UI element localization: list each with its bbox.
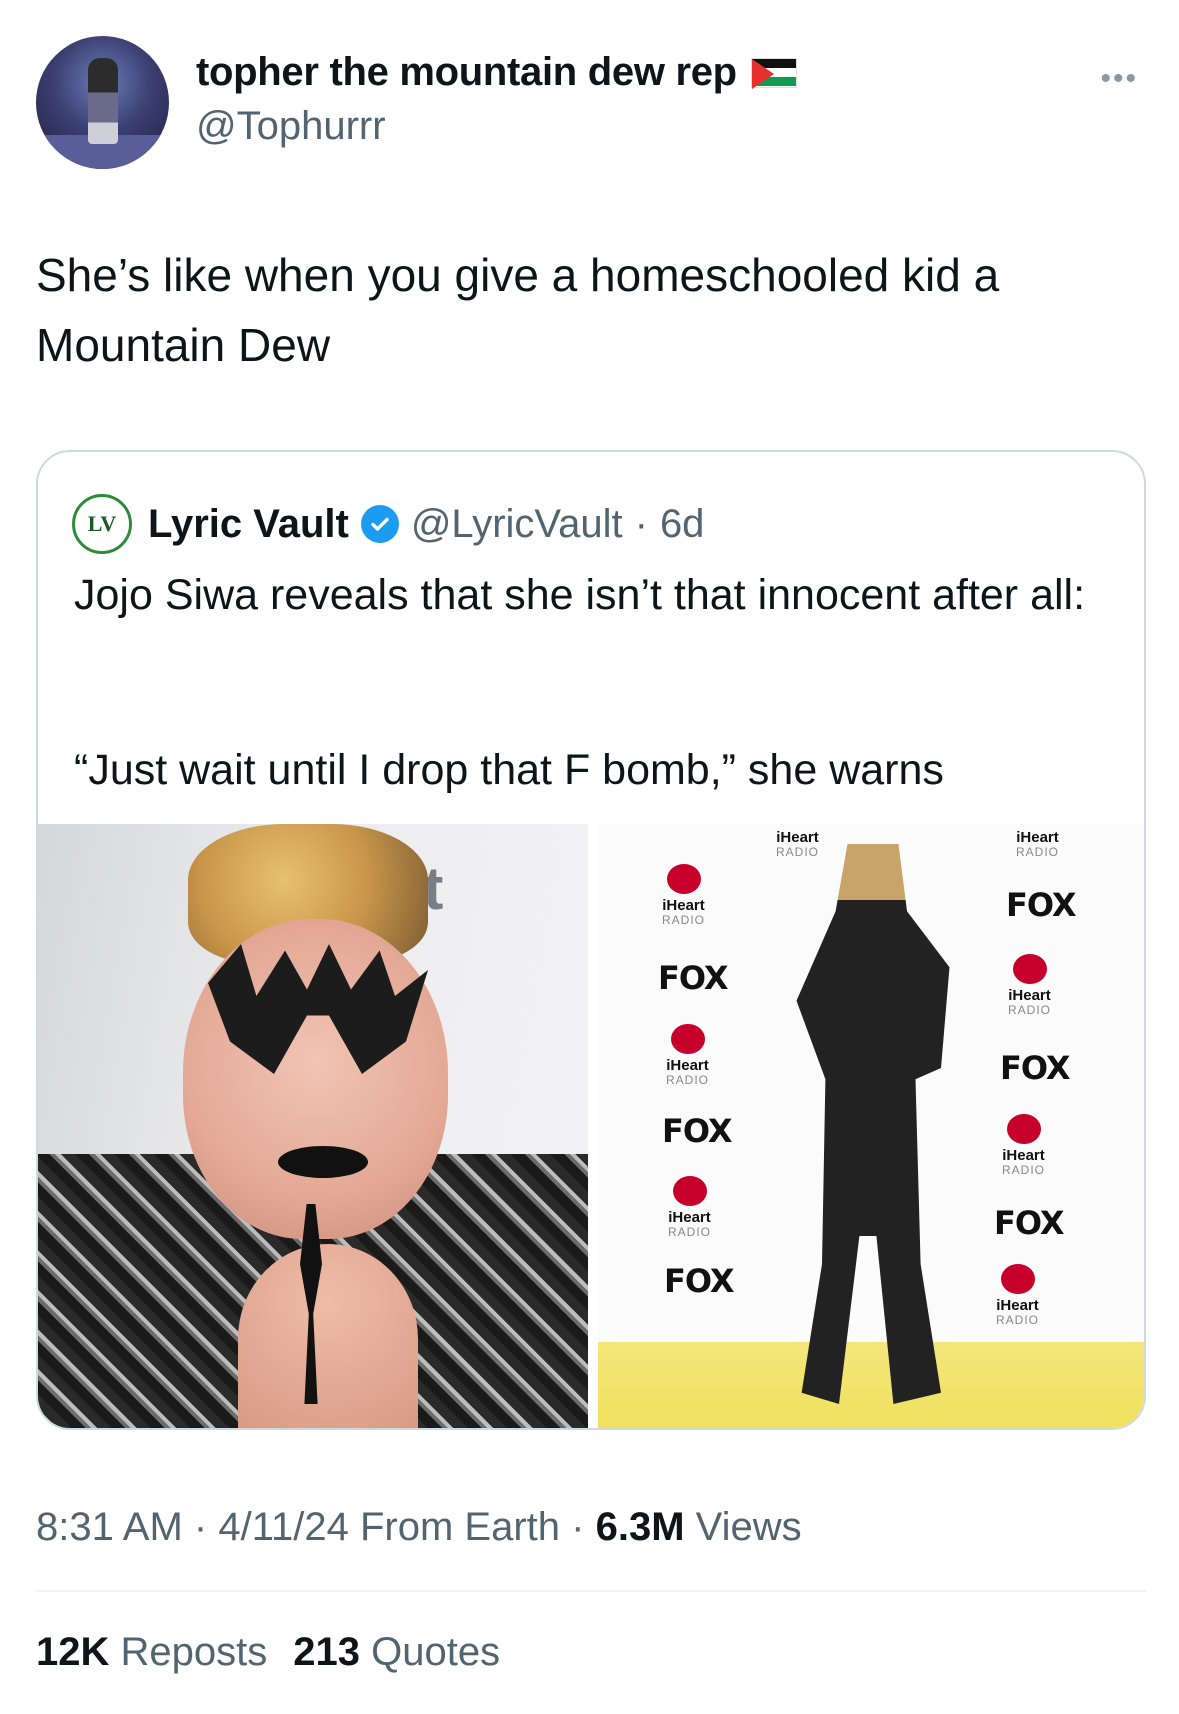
views-count: 6.3M bbox=[595, 1505, 685, 1549]
quoted-tweet-text: Jojo Siwa reveals that she isn’t that in… bbox=[74, 571, 1086, 619]
media-image-closeup[interactable]: rt bbox=[38, 824, 588, 1428]
quoted-tweet-age: 6d bbox=[659, 501, 705, 546]
views-label: Views bbox=[695, 1505, 802, 1549]
quotes-link[interactable]: 213 Quotes bbox=[293, 1630, 500, 1675]
iheart-logo: iHeart RADIO bbox=[1002, 1114, 1045, 1178]
reposts-count: 12K bbox=[36, 1630, 110, 1674]
iheart-logo: iHeart RADIO bbox=[1016, 830, 1059, 860]
iheart-logo-icon bbox=[1006, 1114, 1041, 1144]
quoted-tweet-card[interactable]: LV Lyric Vault @LyricVault · 6d Jojo Siw… bbox=[36, 450, 1146, 1430]
verified-badge-icon bbox=[360, 505, 399, 543]
iheart-logo-icon bbox=[1012, 954, 1047, 984]
meta-separator: · bbox=[571, 1505, 585, 1549]
fox-logo: FOX bbox=[1006, 886, 1077, 924]
iheart-logo-icon bbox=[672, 1176, 707, 1206]
tweet-meta: 8:31 AM · 4/11/24 From Earth · 6.3M View… bbox=[36, 1505, 802, 1550]
tweet-source: From Earth bbox=[359, 1505, 561, 1549]
iheart-logo-icon bbox=[666, 864, 701, 894]
quoted-tweet-media[interactable]: rt iHeartRADIO FOX iHeartRADIO FOX i bbox=[38, 824, 1144, 1428]
full-body-figure bbox=[796, 844, 950, 1404]
iheart-logo-text: iHeart bbox=[1016, 829, 1059, 846]
iheart-logo: iHeart RADIO bbox=[1008, 954, 1051, 1018]
iheart-logo: iHeart RADIO bbox=[996, 1264, 1039, 1328]
tweet-time: 8:31 AM bbox=[36, 1505, 183, 1549]
reposts-label: Reposts bbox=[120, 1630, 268, 1674]
author-handle[interactable]: @Tophurrr bbox=[196, 104, 386, 149]
fox-logo: FOX bbox=[658, 959, 729, 997]
quotes-count: 213 bbox=[293, 1630, 361, 1674]
author-name-row: topher the mountain dew rep bbox=[196, 50, 797, 95]
quoted-tweet-header: LV Lyric Vault @LyricVault · 6d bbox=[72, 494, 704, 554]
iheart-logo-text: iHeart bbox=[776, 829, 819, 846]
radio-logo-text: RADIO bbox=[776, 845, 820, 859]
iheart-logo-text: iHeart bbox=[666, 1057, 709, 1074]
tweet-text: She’s like when you give a homeschooled … bbox=[36, 249, 1000, 371]
iheart-logo: iHeart RADIO bbox=[668, 1176, 711, 1240]
iheart-logo-text: iHeart bbox=[996, 1297, 1039, 1314]
iheart-logo: iHeart RADIO bbox=[662, 864, 705, 928]
author-avatar[interactable] bbox=[36, 36, 169, 169]
fox-logo: FOX bbox=[664, 1262, 735, 1300]
iheart-logo-icon bbox=[1000, 1264, 1035, 1294]
fox-logo: FOX bbox=[662, 1112, 733, 1150]
author-display-name[interactable]: topher the mountain dew rep bbox=[196, 50, 737, 95]
iheart-logo-icon bbox=[670, 1024, 705, 1054]
iheart-logo-text: iHeart bbox=[668, 1209, 711, 1226]
radio-logo-text: RADIO bbox=[1016, 845, 1060, 859]
black-lips bbox=[278, 1146, 368, 1178]
meta-separator: · bbox=[634, 501, 648, 546]
radio-logo-text: RADIO bbox=[666, 1073, 710, 1087]
chest bbox=[238, 1244, 418, 1428]
meta-separator: · bbox=[193, 1505, 208, 1549]
more-options-icon[interactable]: ••• bbox=[1100, 62, 1138, 96]
quoted-author-name: Lyric Vault bbox=[148, 501, 349, 546]
palestine-flag-icon bbox=[750, 57, 797, 89]
iheart-logo-text: iHeart bbox=[1008, 987, 1051, 1004]
tweet-stats: 12K Reposts 213 Quotes bbox=[36, 1630, 500, 1675]
iheart-logo: iHeart RADIO bbox=[776, 830, 819, 860]
reposts-link[interactable]: 12K Reposts bbox=[36, 1630, 267, 1675]
iheart-logo-text: iHeart bbox=[1002, 1147, 1045, 1164]
iheart-logo-text: iHeart bbox=[662, 897, 705, 914]
yellow-carpet bbox=[598, 1342, 1144, 1428]
quoted-author-avatar: LV bbox=[72, 494, 132, 554]
radio-logo-text: RADIO bbox=[996, 1313, 1040, 1327]
fox-logo: FOX bbox=[1000, 1049, 1071, 1087]
quoted-tweet-quote-line: “Just wait until I drop that F bomb,” sh… bbox=[74, 746, 944, 794]
radio-logo-text: RADIO bbox=[1008, 1003, 1052, 1017]
iheart-logo: iHeart RADIO bbox=[666, 1024, 709, 1088]
quoted-author-handle: @LyricVault bbox=[410, 501, 623, 546]
radio-logo-text: RADIO bbox=[668, 1225, 712, 1239]
tweet-date: 4/11/24 bbox=[218, 1505, 349, 1549]
tweet-header: topher the mountain dew rep @Tophurrr ••… bbox=[36, 36, 1146, 176]
divider bbox=[36, 1590, 1146, 1592]
fox-logo: FOX bbox=[994, 1204, 1065, 1242]
media-image-full-body[interactable]: iHeart RADIO FOX iHeart RADIO FOX iHeart RA… bbox=[598, 824, 1144, 1428]
avatar-figure bbox=[88, 58, 118, 144]
quotes-label: Quotes bbox=[371, 1630, 501, 1674]
radio-logo-text: RADIO bbox=[1002, 1163, 1046, 1177]
radio-logo-text: RADIO bbox=[662, 913, 706, 927]
